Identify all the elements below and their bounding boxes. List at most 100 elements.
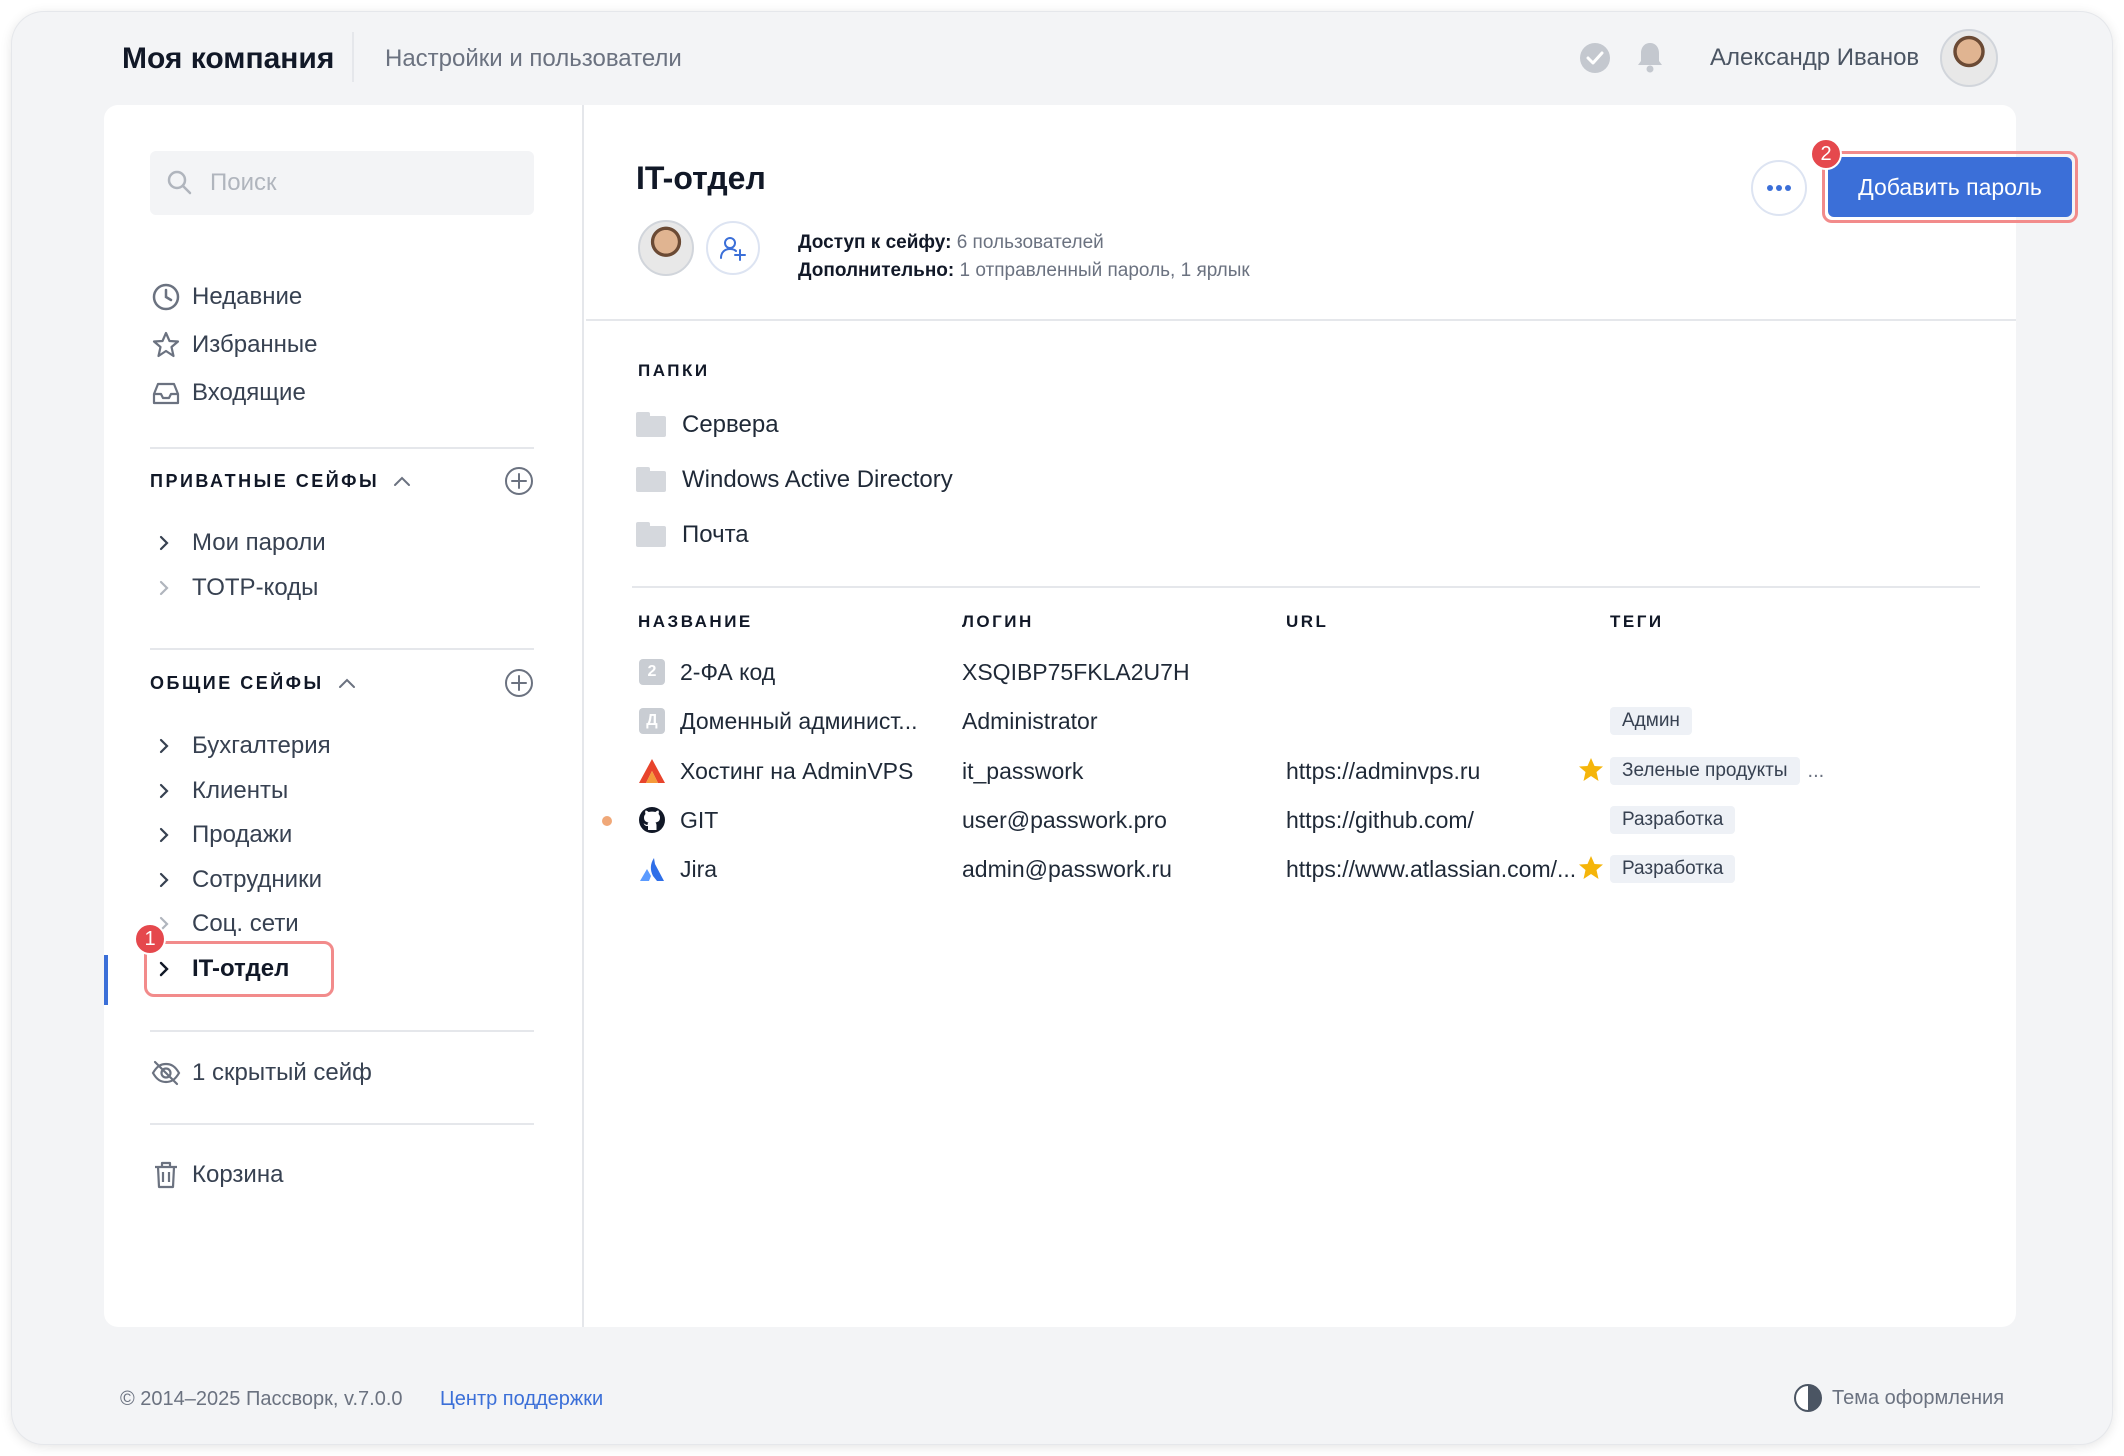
vault-clients[interactable]: Клиенты [152, 771, 288, 811]
url-cell[interactable]: https://github.com/ [1286, 798, 1596, 842]
column-header-tags[interactable]: ТЕГИ [1610, 612, 1664, 632]
column-header-name[interactable]: НАЗВАНИЕ [638, 612, 753, 632]
sidebar-divider [150, 447, 534, 449]
nav-recent[interactable]: Недавние [150, 277, 302, 317]
member-avatar[interactable] [638, 220, 694, 276]
settings-link[interactable]: Настройки и пользователи [385, 45, 682, 73]
private-vaults-header[interactable]: ПРИВАТНЫЕ СЕЙФЫ [150, 471, 411, 492]
chevron-right-icon[interactable] [152, 731, 182, 761]
url-cell[interactable]: https://www.atlassian.com/... [1286, 847, 1596, 891]
vault-accounting[interactable]: Бухгалтерия [152, 726, 331, 766]
login-cell[interactable]: Administrator [962, 699, 1272, 743]
nav-recent-label: Недавние [192, 283, 303, 310]
password-name-cell[interactable]: 2 2-ФА код [638, 650, 938, 694]
add-user-icon[interactable] [706, 221, 760, 275]
letter-icon: 2 [638, 658, 666, 686]
folder-icon [636, 522, 668, 548]
add-private-vault-icon[interactable] [504, 466, 534, 496]
content-divider [586, 319, 2016, 321]
callout-badge: 2 [1810, 138, 1842, 170]
login-cell[interactable]: user@passwork.pro [962, 798, 1272, 842]
password-name-cell[interactable]: Хостинг на AdminVPS [638, 749, 938, 793]
tag-badge[interactable]: Разработка [1610, 855, 1736, 883]
chevron-right-icon[interactable] [152, 820, 182, 850]
vault-social[interactable]: Соц. сети [152, 904, 299, 944]
check-icon[interactable] [1580, 43, 1610, 73]
vault-label: Соц. сети [192, 910, 299, 937]
support-link[interactable]: Центр поддержки [440, 1388, 603, 1411]
hidden-vaults[interactable]: 1 скрытый сейф [150, 1053, 372, 1093]
clock-icon [150, 281, 182, 313]
chevron-right-icon[interactable] [152, 776, 182, 806]
login-cell[interactable]: XSQIBP75FKLA2U7H [962, 650, 1272, 694]
chevron-up-icon[interactable] [393, 471, 411, 492]
add-shared-vault-icon[interactable] [504, 668, 534, 698]
table-row[interactable]: Хостинг на AdminVPS it_passwork https://… [586, 749, 2016, 793]
active-indicator [104, 955, 108, 1005]
user-avatar[interactable] [1940, 29, 1998, 87]
more-options-button[interactable] [1751, 160, 1807, 216]
access-value[interactable]: 6 пользователей [957, 232, 1104, 253]
password-name-cell[interactable]: Jira [638, 847, 938, 891]
user-name[interactable]: Александр Иванов [1710, 44, 1919, 72]
access-info: Доступ к сейфу: 6 пользователей [798, 232, 1104, 254]
folder-item[interactable]: Сервера [636, 405, 779, 445]
adminvps-icon [638, 757, 666, 785]
chevron-right-icon[interactable] [152, 573, 182, 603]
hidden-vaults-label: 1 скрытый сейф [192, 1059, 372, 1086]
nav-inbox[interactable]: Входящие [150, 373, 306, 413]
password-name-cell[interactable]: Д Доменный админист... [638, 699, 938, 743]
nav-trash[interactable]: Корзина [150, 1155, 283, 1195]
tag-badge[interactable]: Зеленые продукты [1610, 757, 1800, 785]
shared-vaults-header[interactable]: ОБЩИЕ СЕЙФЫ [150, 673, 356, 694]
vault-totp[interactable]: TOTP-коды [152, 568, 318, 608]
letter-badge: Д [639, 708, 665, 734]
login-cell[interactable]: it_passwork [962, 749, 1272, 793]
star-icon[interactable] [1576, 853, 1606, 888]
folder-item[interactable]: Почта [636, 515, 749, 555]
app-window: Моя компания Настройки и пользователи Ал… [12, 12, 2112, 1444]
folder-item[interactable]: Windows Active Directory [636, 460, 953, 500]
vault-label: TOTP-коды [192, 574, 319, 601]
password-name-cell[interactable]: GIT [638, 798, 938, 842]
page-title: IT-отдел [636, 160, 766, 196]
shared-vaults-title: ОБЩИЕ СЕЙФЫ [150, 673, 324, 693]
table-row[interactable]: GIT user@passwork.pro https://github.com… [586, 798, 2016, 842]
sidebar-divider [150, 1123, 534, 1125]
copyright: © 2014–2025 Пассворк, v.7.0.0 [120, 1388, 403, 1410]
column-header-login[interactable]: ЛОГИН [962, 612, 1034, 632]
table-row[interactable]: 2 2-ФА код XSQIBP75FKLA2U7H [586, 650, 2016, 694]
extra-value[interactable]: 1 отправленный пароль, 1 ярлык [960, 260, 1250, 281]
add-password-button[interactable]: Добавить пароль [1828, 157, 2072, 217]
main-panel: Недавние Избранные Входящие ПРИВАТНЫЕ СЕ… [104, 105, 2078, 1327]
vault-employees[interactable]: Сотрудники [152, 860, 322, 900]
nav-favorites[interactable]: Избранные [150, 325, 318, 365]
table-row[interactable]: Jira admin@passwork.ru https://www.atlas… [586, 847, 2016, 891]
password-name: GIT [680, 806, 719, 833]
sidebar-divider [150, 648, 534, 650]
vault-label: Клиенты [192, 777, 289, 804]
tag-badge[interactable]: Разработка [1610, 806, 1736, 834]
inbox-icon [150, 377, 182, 409]
more-tags[interactable]: ... [1808, 760, 1825, 783]
tags-cell: Разработка [1610, 847, 1910, 891]
url-cell[interactable]: https://adminvps.ru [1286, 749, 1596, 793]
theme-toggle[interactable]: Тема оформления [1794, 1384, 2004, 1412]
company-name[interactable]: Моя компания [122, 42, 334, 76]
login-cell[interactable]: admin@passwork.ru [962, 847, 1272, 891]
search-input[interactable] [210, 165, 510, 201]
table-row[interactable]: Д Доменный админист... Administrator Адм… [586, 699, 2016, 743]
column-header-url[interactable]: URL [1286, 612, 1328, 632]
chevron-right-icon[interactable] [152, 865, 182, 895]
bell-icon[interactable] [1635, 40, 1665, 74]
sidebar-divider [150, 1030, 534, 1032]
vault-sales[interactable]: Продажи [152, 815, 292, 855]
chevron-up-icon[interactable] [338, 673, 356, 694]
search-box[interactable] [150, 151, 534, 215]
password-name: 2-ФА код [680, 658, 776, 685]
chevron-right-icon[interactable] [152, 528, 182, 558]
star-icon[interactable] [1576, 755, 1606, 790]
vault-my-passwords[interactable]: Мои пароли [152, 523, 326, 563]
star-icon [150, 329, 182, 361]
tag-badge[interactable]: Админ [1610, 707, 1692, 735]
